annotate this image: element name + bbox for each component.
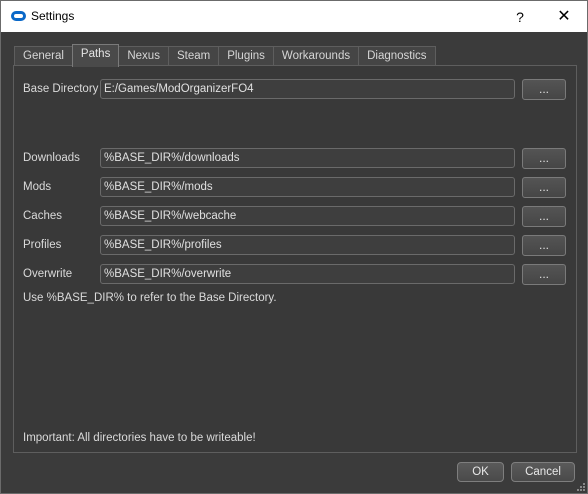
tab-nexus[interactable]: Nexus xyxy=(118,46,169,67)
mods-browse-button[interactable]: ... xyxy=(522,177,566,198)
tab-paths[interactable]: Paths xyxy=(71,44,120,67)
title-bar[interactable]: Settings ? ✕ xyxy=(1,1,587,32)
tab-general[interactable]: General xyxy=(14,46,73,67)
tab-bar: General Paths Nexus Steam Plugins Workar… xyxy=(14,44,436,67)
paths-panel: Base Directory E:/Games/ModOrganizerFO4 … xyxy=(13,65,577,453)
base-directory-browse-button[interactable]: ... xyxy=(522,79,566,100)
tab-workarounds[interactable]: Workarounds xyxy=(272,46,360,67)
downloads-field[interactable]: %BASE_DIR%/downloads xyxy=(100,148,515,168)
app-logo-icon xyxy=(11,11,26,21)
profiles-label: Profiles xyxy=(23,239,62,251)
tab-diagnostics[interactable]: Diagnostics xyxy=(358,46,436,67)
resize-grip-icon[interactable] xyxy=(577,483,586,492)
important-note: Important: All directories have to be wr… xyxy=(23,432,256,444)
overwrite-label: Overwrite xyxy=(23,268,73,280)
settings-window: Settings ? ✕ General Paths Nexus Steam P… xyxy=(0,0,588,494)
ok-button[interactable]: OK xyxy=(457,462,504,482)
caches-label: Caches xyxy=(23,210,62,222)
profiles-field[interactable]: %BASE_DIR%/profiles xyxy=(100,235,515,255)
help-button[interactable]: ? xyxy=(510,7,530,27)
base-directory-label: Base Directory xyxy=(23,83,99,95)
close-button[interactable]: ✕ xyxy=(549,5,579,29)
caches-browse-button[interactable]: ... xyxy=(522,206,566,227)
downloads-label: Downloads xyxy=(23,152,80,164)
caches-field[interactable]: %BASE_DIR%/webcache xyxy=(100,206,515,226)
base-directory-field[interactable]: E:/Games/ModOrganizerFO4 xyxy=(100,79,515,99)
window-title: Settings xyxy=(31,9,75,23)
base-dir-hint: Use %BASE_DIR% to refer to the Base Dire… xyxy=(23,292,277,304)
cancel-button[interactable]: Cancel xyxy=(511,462,575,482)
overwrite-browse-button[interactable]: ... xyxy=(522,264,566,285)
tab-plugins[interactable]: Plugins xyxy=(218,46,274,67)
profiles-browse-button[interactable]: ... xyxy=(522,235,566,256)
mods-field[interactable]: %BASE_DIR%/mods xyxy=(100,177,515,197)
overwrite-field[interactable]: %BASE_DIR%/overwrite xyxy=(100,264,515,284)
downloads-browse-button[interactable]: ... xyxy=(522,148,566,169)
tab-steam[interactable]: Steam xyxy=(167,46,220,67)
mods-label: Mods xyxy=(23,181,52,193)
